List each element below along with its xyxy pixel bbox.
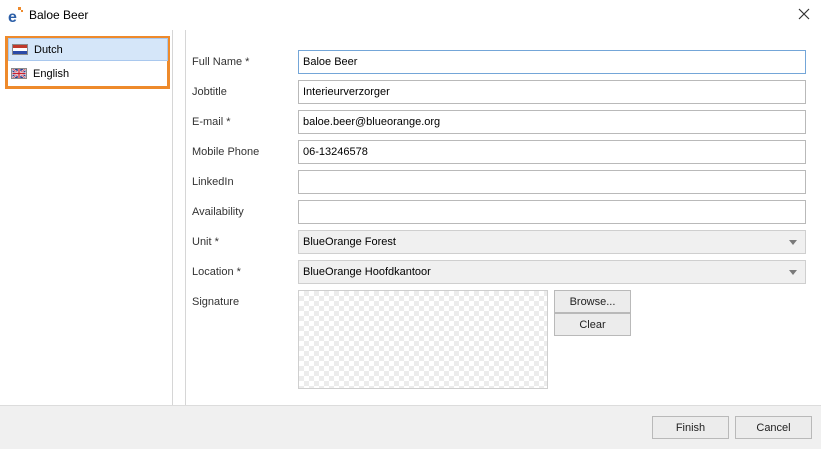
signature-image-area[interactable] — [298, 290, 548, 389]
chevron-down-icon — [789, 240, 797, 245]
dialog-footer: Finish Cancel — [0, 405, 821, 449]
close-button[interactable] — [789, 0, 819, 28]
jobtitle-input[interactable] — [298, 80, 806, 104]
app-logo-icon: e — [8, 7, 23, 24]
full-name-label: Full Name * — [192, 56, 250, 68]
unit-selected-value: BlueOrange Forest — [303, 236, 396, 248]
location-label: Location * — [192, 266, 241, 278]
close-icon — [798, 8, 810, 20]
linkedin-input[interactable] — [298, 170, 806, 194]
signature-label: Signature — [192, 296, 240, 308]
email-input[interactable] — [298, 110, 806, 134]
clear-button[interactable]: Clear — [554, 313, 631, 336]
browse-button[interactable]: Browse... — [554, 290, 631, 313]
mobile-phone-input[interactable] — [298, 140, 806, 164]
linkedin-label: LinkedIn — [192, 176, 234, 188]
finish-button[interactable]: Finish — [652, 416, 729, 439]
language-label: English — [33, 67, 70, 80]
availability-input[interactable] — [298, 200, 806, 224]
cancel-button[interactable]: Cancel — [735, 416, 812, 439]
language-label: Dutch — [34, 43, 63, 56]
unit-label: Unit * — [192, 236, 219, 248]
title-bar: e Baloe Beer — [0, 0, 821, 30]
window-title: Baloe Beer — [29, 8, 89, 22]
unit-select[interactable]: BlueOrange Forest — [298, 230, 806, 254]
svg-text:e: e — [8, 9, 17, 24]
language-item-english[interactable]: English — [8, 62, 168, 85]
email-label: E-mail * — [192, 116, 231, 128]
flag-nl-icon — [12, 44, 28, 55]
mobile-phone-label: Mobile Phone — [192, 146, 260, 158]
full-name-input[interactable] — [298, 50, 806, 74]
flag-uk-icon — [11, 68, 27, 79]
location-select[interactable]: BlueOrange Hoofdkantoor — [298, 260, 806, 284]
availability-label: Availability — [192, 206, 244, 218]
language-panel: Dutch English — [0, 30, 173, 405]
chevron-down-icon — [789, 270, 797, 275]
location-selected-value: BlueOrange Hoofdkantoor — [303, 266, 431, 278]
jobtitle-label: Jobtitle — [192, 86, 227, 98]
language-item-dutch[interactable]: Dutch — [8, 38, 168, 61]
